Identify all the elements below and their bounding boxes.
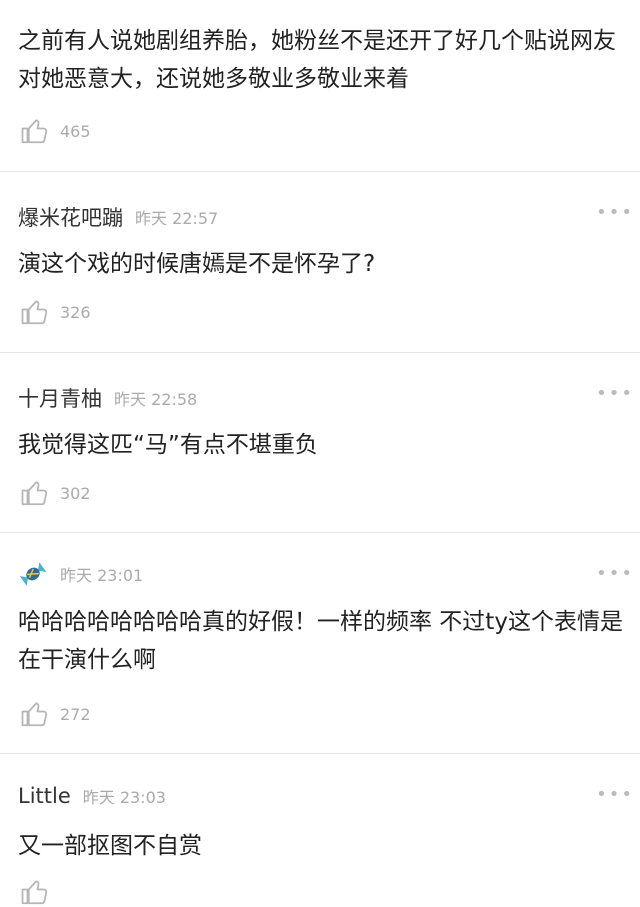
- thumbs-up-icon: [21, 481, 48, 506]
- comment-text: 我觉得这匹“马”有点不堪重负: [18, 432, 318, 458]
- more-dots-icon[interactable]: •••: [596, 383, 634, 404]
- more-dots-icon[interactable]: •••: [596, 202, 634, 223]
- comment-header: 昨天 23:01: [18, 559, 143, 589]
- more-dots-icon[interactable]: •••: [596, 563, 634, 584]
- comment-author[interactable]: 十月青柚: [18, 383, 102, 413]
- like-button[interactable]: [20, 877, 60, 907]
- thumbs-up-icon: [21, 702, 48, 727]
- comment-text: 之前有人说她剧组养胎，她粉丝不是还开了好几个贴说网友对她恶意大，还说她多敬业多敬…: [18, 28, 616, 92]
- comment-item: Little 昨天 23:03 ••• 又一部抠图不自赏: [0, 754, 640, 905]
- like-count: 302: [60, 483, 91, 503]
- comment-item: 昨天 23:01 ••• 哈哈哈哈哈哈哈哈真的好假！一样的频率 不过ty这个表情…: [0, 533, 640, 754]
- like-count: 272: [60, 704, 91, 724]
- thumbs-up-icon: [21, 880, 48, 905]
- more-dots-icon[interactable]: •••: [596, 784, 634, 805]
- comment-text: 演这个戏的时候唐嫣是不是怀孕了?: [18, 251, 376, 277]
- like-count: 465: [60, 121, 91, 141]
- like-count: 326: [60, 302, 91, 322]
- comment-author[interactable]: 爆米花吧蹦: [18, 202, 123, 232]
- comment-time: 昨天 22:57: [135, 209, 219, 228]
- comment-author[interactable]: Little: [18, 784, 71, 808]
- comment-item: 之前有人说她剧组养胎，她粉丝不是还开了好几个贴说网友对她恶意大，还说她多敬业多敬…: [0, 0, 640, 172]
- like-button[interactable]: 272: [20, 699, 91, 729]
- thumbs-up-icon: [21, 300, 48, 325]
- like-button[interactable]: 326: [20, 297, 91, 327]
- comment-text: 又一部抠图不自赏: [18, 833, 202, 859]
- comment-time: 昨天 22:58: [114, 390, 198, 409]
- candy-avatar-icon[interactable]: [18, 559, 48, 589]
- like-button[interactable]: 465: [20, 116, 91, 146]
- thumbs-up-icon: [21, 119, 48, 144]
- like-button[interactable]: 302: [20, 478, 91, 508]
- comment-text: 哈哈哈哈哈哈哈哈真的好假！一样的频率 不过ty这个表情是在干演什么啊: [18, 609, 623, 673]
- comment-header: 十月青柚 昨天 22:58: [18, 383, 197, 413]
- comment-header: 爆米花吧蹦 昨天 22:57: [18, 202, 218, 232]
- comment-time: 昨天 23:01: [60, 566, 144, 585]
- comment-time: 昨天 23:03: [82, 788, 166, 807]
- comment-item: 十月青柚 昨天 22:58 ••• 我觉得这匹“马”有点不堪重负 302: [0, 353, 640, 533]
- comment-header: Little 昨天 23:03: [18, 784, 166, 808]
- comment-item: 爆米花吧蹦 昨天 22:57 ••• 演这个戏的时候唐嫣是不是怀孕了? 326: [0, 172, 640, 353]
